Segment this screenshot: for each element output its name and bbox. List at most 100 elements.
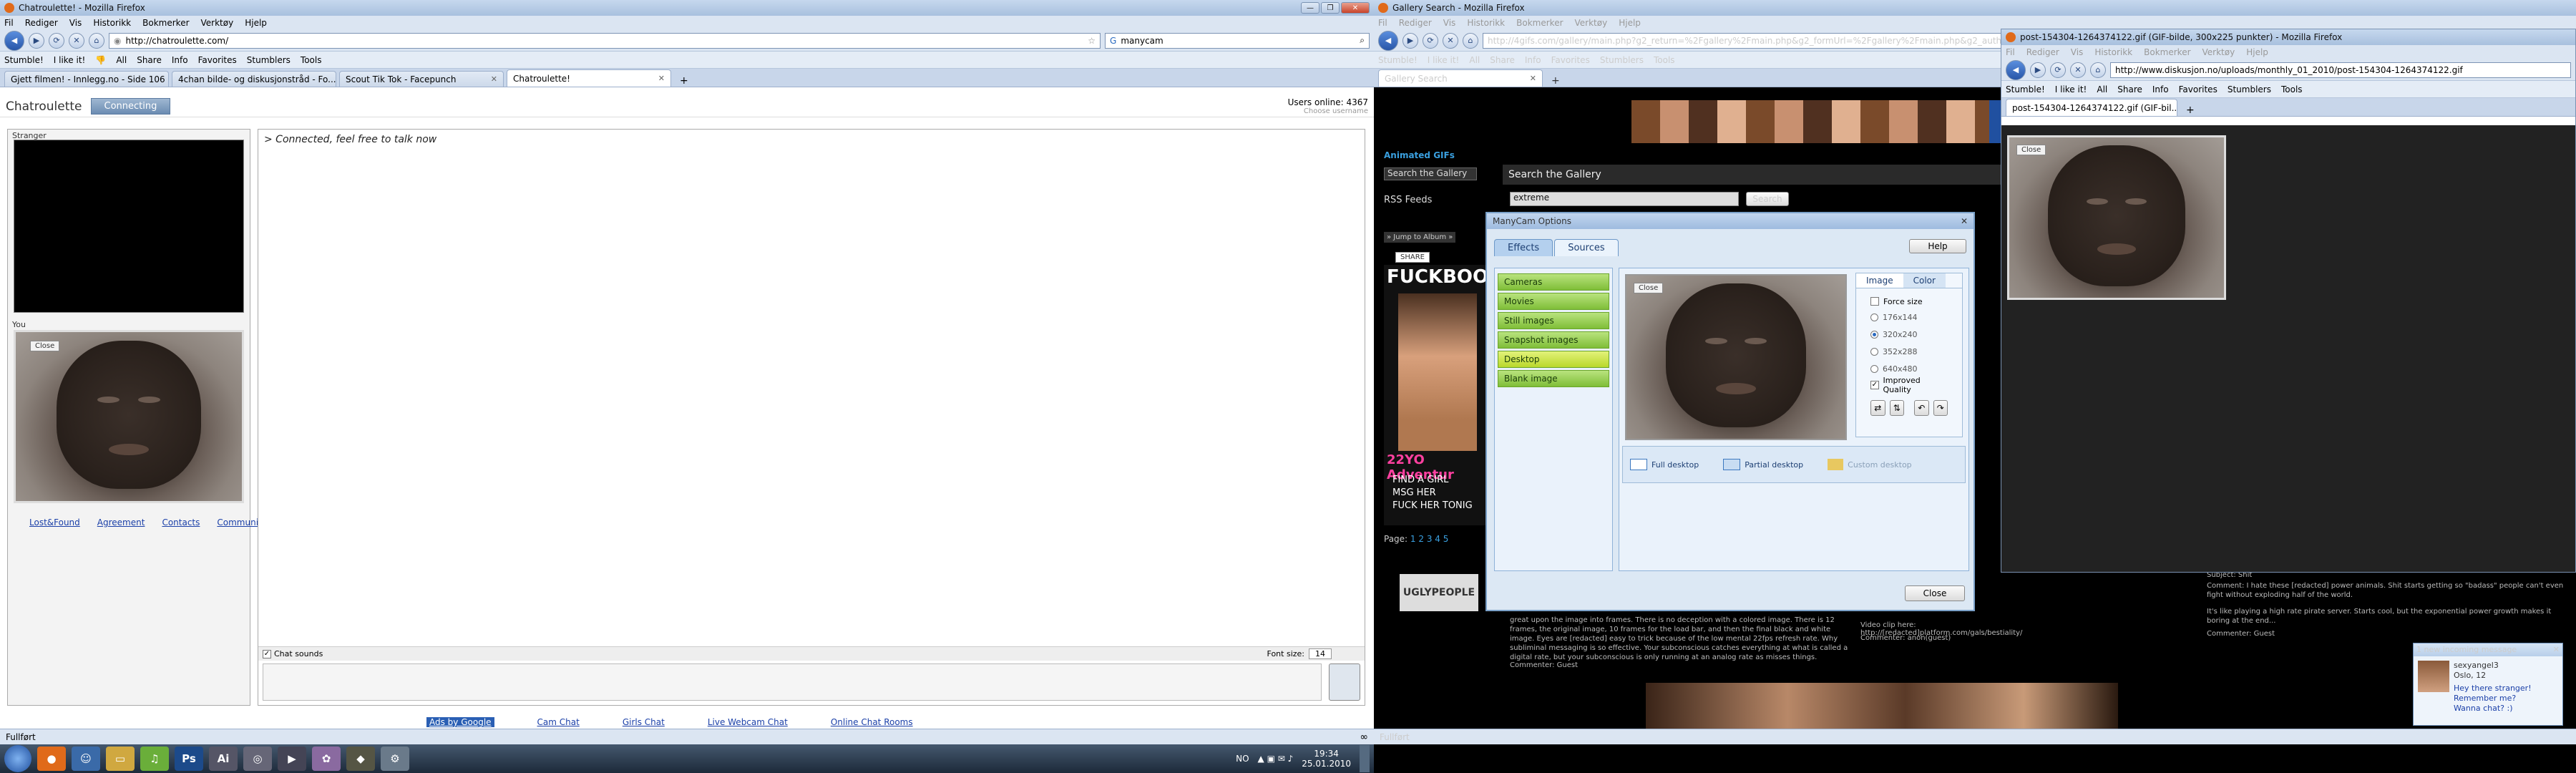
menu-help[interactable]: Hjelp <box>245 18 267 28</box>
menu-help[interactable]: Hjelp <box>1619 18 1641 28</box>
back-icon[interactable]: ◀ <box>1378 30 1398 51</box>
search-icon[interactable]: ⌕ <box>1360 35 1365 46</box>
size-176x144[interactable]: 176x144 <box>1870 308 1948 326</box>
cam-chat-link[interactable]: Cam Chat <box>537 717 580 727</box>
share-button-gallery[interactable]: SHARE <box>1395 252 1430 263</box>
forward-icon[interactable]: ▶ <box>29 32 44 49</box>
stumblers-button[interactable]: Stumblers <box>1600 55 1644 65</box>
menu-view[interactable]: Vis <box>2071 47 2084 57</box>
size-352x288[interactable]: 352x288 <box>1870 343 1948 360</box>
manycam-close-button[interactable]: Close <box>1905 585 1965 601</box>
online-chat-rooms-link[interactable]: Online Chat Rooms <box>831 717 913 727</box>
menu-bookmarks[interactable]: Bokmerker <box>142 18 189 28</box>
gallery-search-input[interactable]: extreme <box>1510 192 1739 206</box>
chat-sounds-checkbox[interactable]: ✓ <box>263 649 271 658</box>
close-tab-icon[interactable]: ✕ <box>658 74 665 83</box>
source-still-images[interactable]: Still images <box>1498 312 1609 329</box>
start-orb-icon[interactable] <box>4 745 31 772</box>
menu-history[interactable]: Historikk <box>1467 18 1505 28</box>
forward-icon[interactable]: ▶ <box>2030 62 2046 78</box>
tray-icons[interactable]: ▲ ▣ ✉ ♪ <box>1258 754 1294 764</box>
all-button[interactable]: All <box>2097 84 2107 94</box>
source-snapshot-images[interactable]: Snapshot images <box>1498 331 1609 349</box>
menu-tools[interactable]: Verktøy <box>201 18 234 28</box>
rss-feeds[interactable]: RSS Feeds <box>1384 195 1432 205</box>
stop-icon[interactable]: ✕ <box>2070 62 2086 78</box>
rotate-left-icon[interactable]: ↶ <box>1914 400 1929 416</box>
menu-file[interactable]: Fil <box>2006 47 2015 57</box>
source-movies[interactable]: Movies <box>1498 293 1609 310</box>
firefox-taskbar-icon[interactable]: ● <box>37 747 66 771</box>
info-button[interactable]: Info <box>2152 84 2169 94</box>
tab-facepunch[interactable]: Scout Tik Tok - Facepunch ✕ <box>339 71 504 87</box>
menu-file[interactable]: Fil <box>1378 18 1387 28</box>
like-button[interactable]: I like it! <box>54 55 86 65</box>
all-button[interactable]: All <box>1469 55 1480 65</box>
back-icon[interactable]: ◀ <box>2006 59 2026 80</box>
media-taskbar-icon[interactable]: ▶ <box>278 747 306 771</box>
menu-history[interactable]: Historikk <box>2094 47 2132 57</box>
tab-gif[interactable]: post-154304-1264374122.gif (GIF-bil...✕ <box>2006 99 2177 116</box>
favorites-button[interactable]: Favorites <box>2179 84 2218 94</box>
menu-edit[interactable]: Rediger <box>1399 18 1432 28</box>
send-button[interactable] <box>1329 663 1360 701</box>
close-icon[interactable]: ✕ <box>1961 216 1968 226</box>
close-window-button[interactable]: ✕ <box>1341 2 1370 14</box>
partial-desktop-option[interactable]: Partial desktop <box>1723 459 1803 470</box>
message-notification[interactable]: 1 new incoming message ✕ sexyangel3 Oslo,… <box>2413 643 2563 726</box>
menu-edit[interactable]: Rediger <box>25 18 58 28</box>
improved-quality-checkbox[interactable]: ✓ <box>1870 381 1879 389</box>
subtab-image[interactable]: Image <box>1856 273 1903 288</box>
manycam-taskbar-icon[interactable]: ✿ <box>312 747 341 771</box>
all-button[interactable]: All <box>116 55 127 65</box>
stumble-button[interactable]: Stumble! <box>2006 84 2045 94</box>
like-button[interactable]: I like it! <box>2055 84 2087 94</box>
girls-chat-link[interactable]: Girls Chat <box>623 717 665 727</box>
app-taskbar-icon[interactable]: Ai <box>209 747 238 771</box>
tools-button[interactable]: Tools <box>2281 84 2303 94</box>
tab-gallery-search[interactable]: Gallery Search ✕ <box>1378 69 1543 87</box>
agreement-link[interactable]: Agreement <box>97 517 145 528</box>
reload-icon[interactable]: ⟳ <box>49 32 64 49</box>
info-button[interactable]: Info <box>172 55 188 65</box>
video-close-button[interactable]: Close <box>30 341 60 351</box>
gif-close-button[interactable]: Close <box>2016 145 2046 155</box>
custom-desktop-option[interactable]: Custom desktop <box>1828 459 1912 470</box>
flip-horizontal-icon[interactable]: ⇄ <box>1870 400 1885 416</box>
full-desktop-option[interactable]: Full desktop <box>1630 459 1699 470</box>
new-tab-button[interactable]: + <box>674 75 694 87</box>
source-cameras[interactable]: Cameras <box>1498 273 1609 291</box>
clock[interactable]: 19:34 25.01.2010 <box>1302 749 1351 769</box>
menu-file[interactable]: Fil <box>4 18 14 28</box>
new-tab-button[interactable]: + <box>1546 75 1566 87</box>
tools-button[interactable]: Tools <box>1654 55 1675 65</box>
language-indicator[interactable]: NO <box>1236 754 1249 764</box>
stumblers-button[interactable]: Stumblers <box>247 55 291 65</box>
close-tab-icon[interactable]: ✕ <box>1530 74 1536 83</box>
dislike-icon[interactable]: 👎 <box>95 55 106 65</box>
stop-icon[interactable]: ✕ <box>69 32 84 49</box>
favorites-button[interactable]: Favorites <box>198 55 237 65</box>
help-button[interactable]: Help <box>1909 239 1966 253</box>
flip-vertical-icon[interactable]: ⇅ <box>1889 400 1904 416</box>
home-icon[interactable]: ⌂ <box>89 32 104 49</box>
force-size-checkbox[interactable] <box>1870 297 1879 306</box>
contacts-link[interactable]: Contacts <box>162 517 200 528</box>
folder-taskbar-icon[interactable]: ▭ <box>106 747 135 771</box>
size-320x240[interactable]: 320x240 <box>1870 326 1948 343</box>
favorites-button[interactable]: Favorites <box>1551 55 1590 65</box>
share-button[interactable]: Share <box>1490 55 1515 65</box>
menu-history[interactable]: Historikk <box>93 18 131 28</box>
menu-edit[interactable]: Rediger <box>2026 47 2059 57</box>
choose-username-link[interactable]: Choose username <box>1288 107 1368 115</box>
reload-icon[interactable]: ⟳ <box>1423 32 1438 49</box>
tab-effects[interactable]: Effects <box>1494 239 1553 256</box>
photoshop-taskbar-icon[interactable]: Ps <box>175 747 203 771</box>
url-field[interactable]: http://www.diskusjon.no/uploads/monthly_… <box>2110 62 2571 78</box>
menu-view[interactable]: Vis <box>1443 18 1456 28</box>
connecting-button[interactable]: Connecting <box>90 98 171 115</box>
menu-bookmarks[interactable]: Bokmerker <box>2144 47 2190 57</box>
lostfound-link[interactable]: Lost&Found <box>29 517 80 528</box>
back-icon[interactable]: ◀ <box>4 30 24 51</box>
size-640x480[interactable]: 640x480 <box>1870 360 1948 377</box>
